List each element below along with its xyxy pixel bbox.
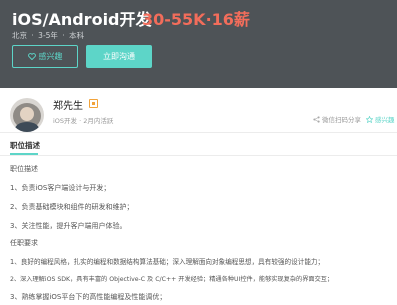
job-meta: 北京 · 3-5年 · 本科	[12, 30, 86, 41]
duty-item: 3、关注性能，提升客户端用户体验。	[10, 222, 127, 230]
verified-badge-icon	[89, 99, 98, 108]
chat-now-button-label: 立即沟通	[103, 52, 135, 61]
recruiter-role: iOS开发 · 2月内活跃	[53, 115, 113, 125]
interest-link-label: 感兴趣	[375, 116, 395, 124]
share-label: 微信扫码分享	[322, 116, 361, 124]
heart-icon	[27, 53, 36, 60]
recruiter-title: iOS开发	[53, 117, 78, 125]
duty-item: 2、负责基础模块和组件的研发和维护；	[10, 203, 134, 211]
requirements-heading: 任职要求	[10, 239, 38, 247]
wechat-share-link[interactable]: 微信扫码分享	[313, 114, 361, 124]
requirement-item: 3、熟练掌握iOS平台下的高性能编程及性能调优；	[10, 293, 167, 301]
job-city: 北京	[12, 31, 27, 40]
divider	[0, 132, 397, 133]
duty-item: 1、负责iOS客户端设计与开发；	[10, 184, 111, 192]
meta-separator: ·	[62, 31, 65, 40]
star-icon	[366, 115, 373, 123]
divider	[0, 155, 397, 156]
job-salary: 30-55K·16薪	[142, 10, 250, 29]
interest-link[interactable]: 感兴趣	[366, 114, 395, 124]
job-experience: 3-5年	[38, 31, 58, 40]
requirement-item: 1、良好的编程风格，扎实的编程和数据结构算法基础；深入理解面向对象编程思想，具有…	[10, 258, 325, 266]
duties-heading: 职位描述	[10, 165, 38, 173]
recruiter-active: 2月内活跃	[83, 117, 114, 125]
requirement-item: 2、深入理解iOS SDK，具有丰富的 Objective-C 及 C/C++ …	[10, 276, 334, 283]
chat-now-button[interactable]: 立即沟通	[86, 45, 152, 68]
recruiter-name: 郑先生	[53, 101, 83, 112]
meta-separator: ·	[79, 117, 82, 125]
job-education: 本科	[69, 31, 85, 40]
section-title-job-description: 职位描述	[10, 141, 40, 150]
meta-separator: ·	[31, 31, 34, 40]
share-icon	[313, 115, 320, 123]
interest-button-label: 感兴趣	[38, 52, 63, 61]
interest-button[interactable]: 感兴趣	[12, 45, 78, 68]
job-title: iOS/Android开发	[12, 10, 152, 29]
avatar	[10, 98, 44, 132]
